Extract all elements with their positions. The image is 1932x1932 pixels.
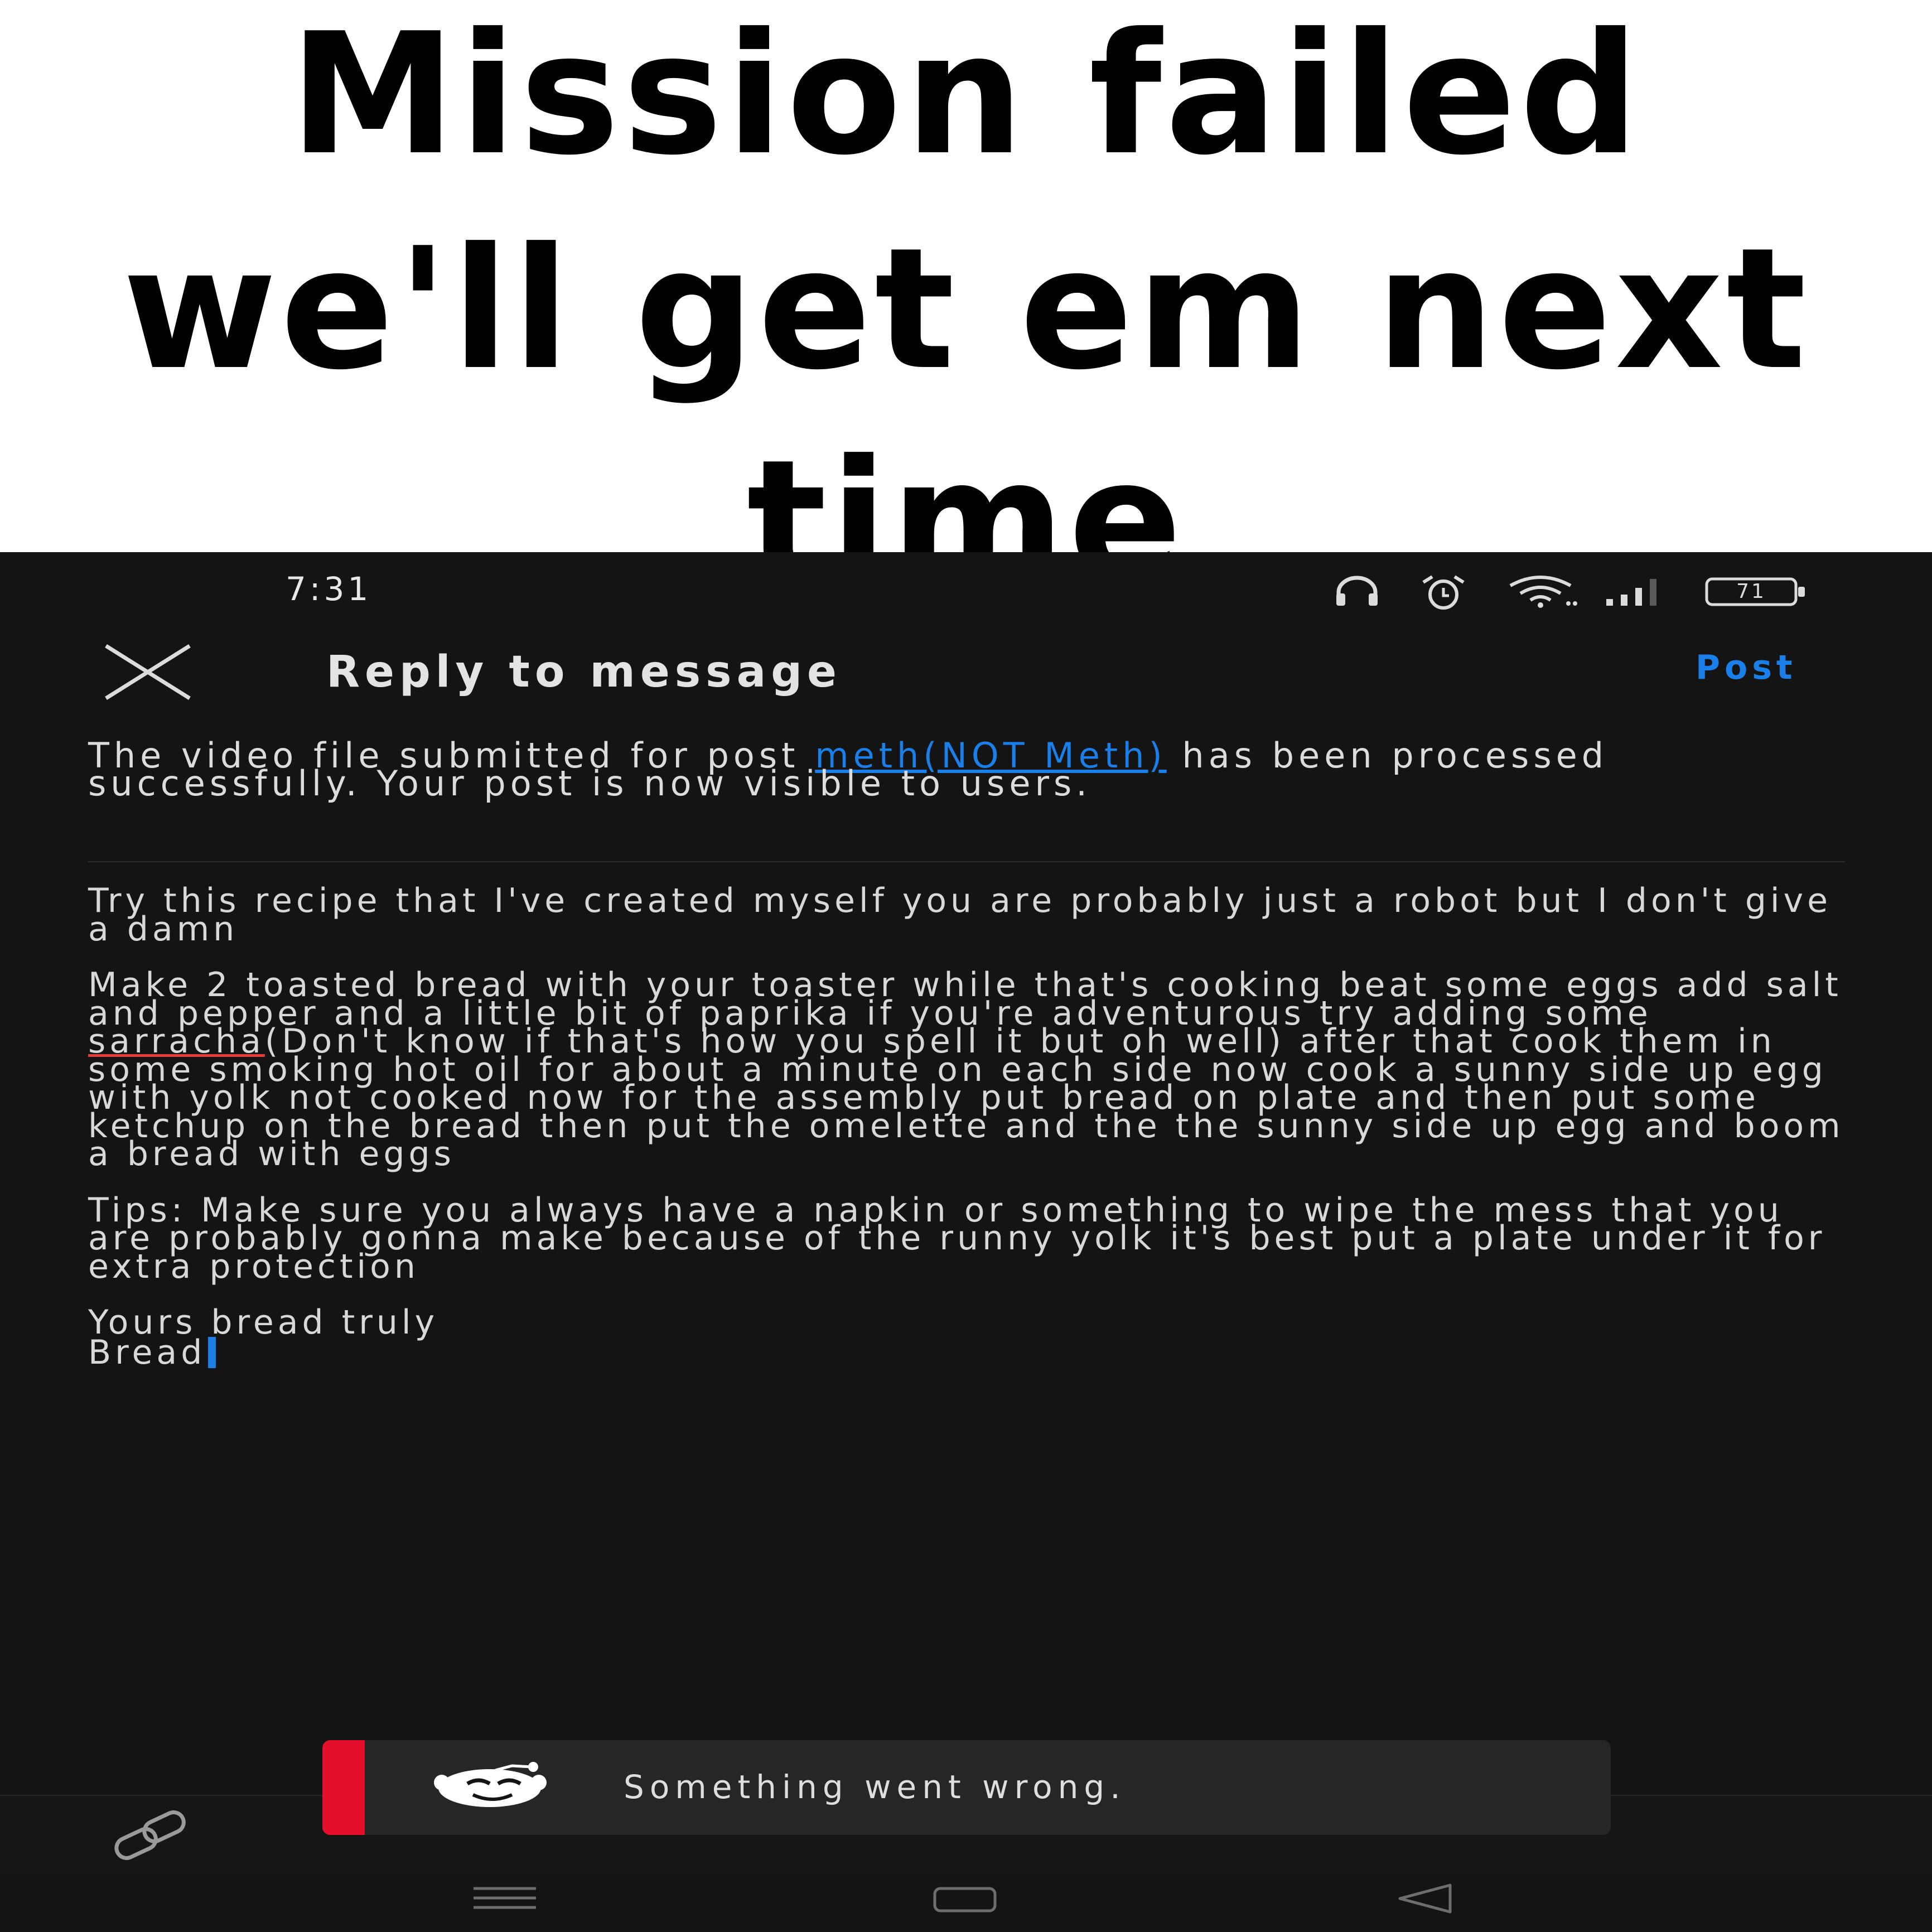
headphones-icon: [1336, 576, 1378, 606]
reply-paragraph-2: Make 2 toasted bread with your toaster w…: [88, 968, 1862, 1171]
alarm-icon: [1422, 575, 1465, 610]
status-icons: 71: [1332, 574, 1812, 614]
reddit-snoo-icon: [434, 1762, 547, 1807]
battery-level: 71: [1736, 580, 1766, 603]
status-time: 7:31: [286, 570, 372, 608]
page-title: Reply to message: [326, 647, 842, 697]
divider: [88, 861, 1845, 862]
wifi-icon: [1509, 576, 1577, 608]
meme-caption: Mission failed we'll get em next time: [0, 0, 1932, 605]
caption-line-1: Mission failed: [289, 0, 1643, 192]
paragraph-2-after: (Don't know if that's how you spell it b…: [88, 1022, 1844, 1173]
phone-screen: 7:31 71 Reply to message Post The video …: [0, 552, 1932, 1932]
toast-message: Something went wrong.: [624, 1768, 1126, 1806]
caption-line-2: we'll get em next: [122, 212, 1810, 407]
reply-text-area[interactable]: Try this recipe that I've created myself…: [88, 881, 1862, 1369]
home-icon[interactable]: [931, 1883, 998, 1916]
quoted-message: The video file submitted for post meth(N…: [88, 738, 1851, 801]
reply-paragraph-1: Try this recipe that I've created myself…: [88, 881, 1832, 949]
reply-header: Reply to message Post: [0, 619, 1932, 714]
post-button[interactable]: Post: [1696, 648, 1797, 687]
reply-paragraph-3: Tips: Make sure you always have a napkin…: [88, 1190, 1826, 1286]
reply-signoff: Yours bread truly Bread: [88, 1306, 1862, 1369]
text-cursor: [208, 1336, 216, 1368]
menu-icon[interactable]: [471, 1884, 538, 1912]
toast-accent-bar: [322, 1740, 365, 1835]
signoff-line-2: Bread: [88, 1332, 206, 1372]
close-icon[interactable]: [100, 641, 195, 703]
signal-icon: [1606, 579, 1656, 606]
back-icon[interactable]: [1394, 1882, 1456, 1915]
link-icon[interactable]: [109, 1804, 192, 1866]
system-nav-bar: [0, 1873, 1932, 1932]
error-toast: Something went wrong.: [322, 1740, 1611, 1835]
